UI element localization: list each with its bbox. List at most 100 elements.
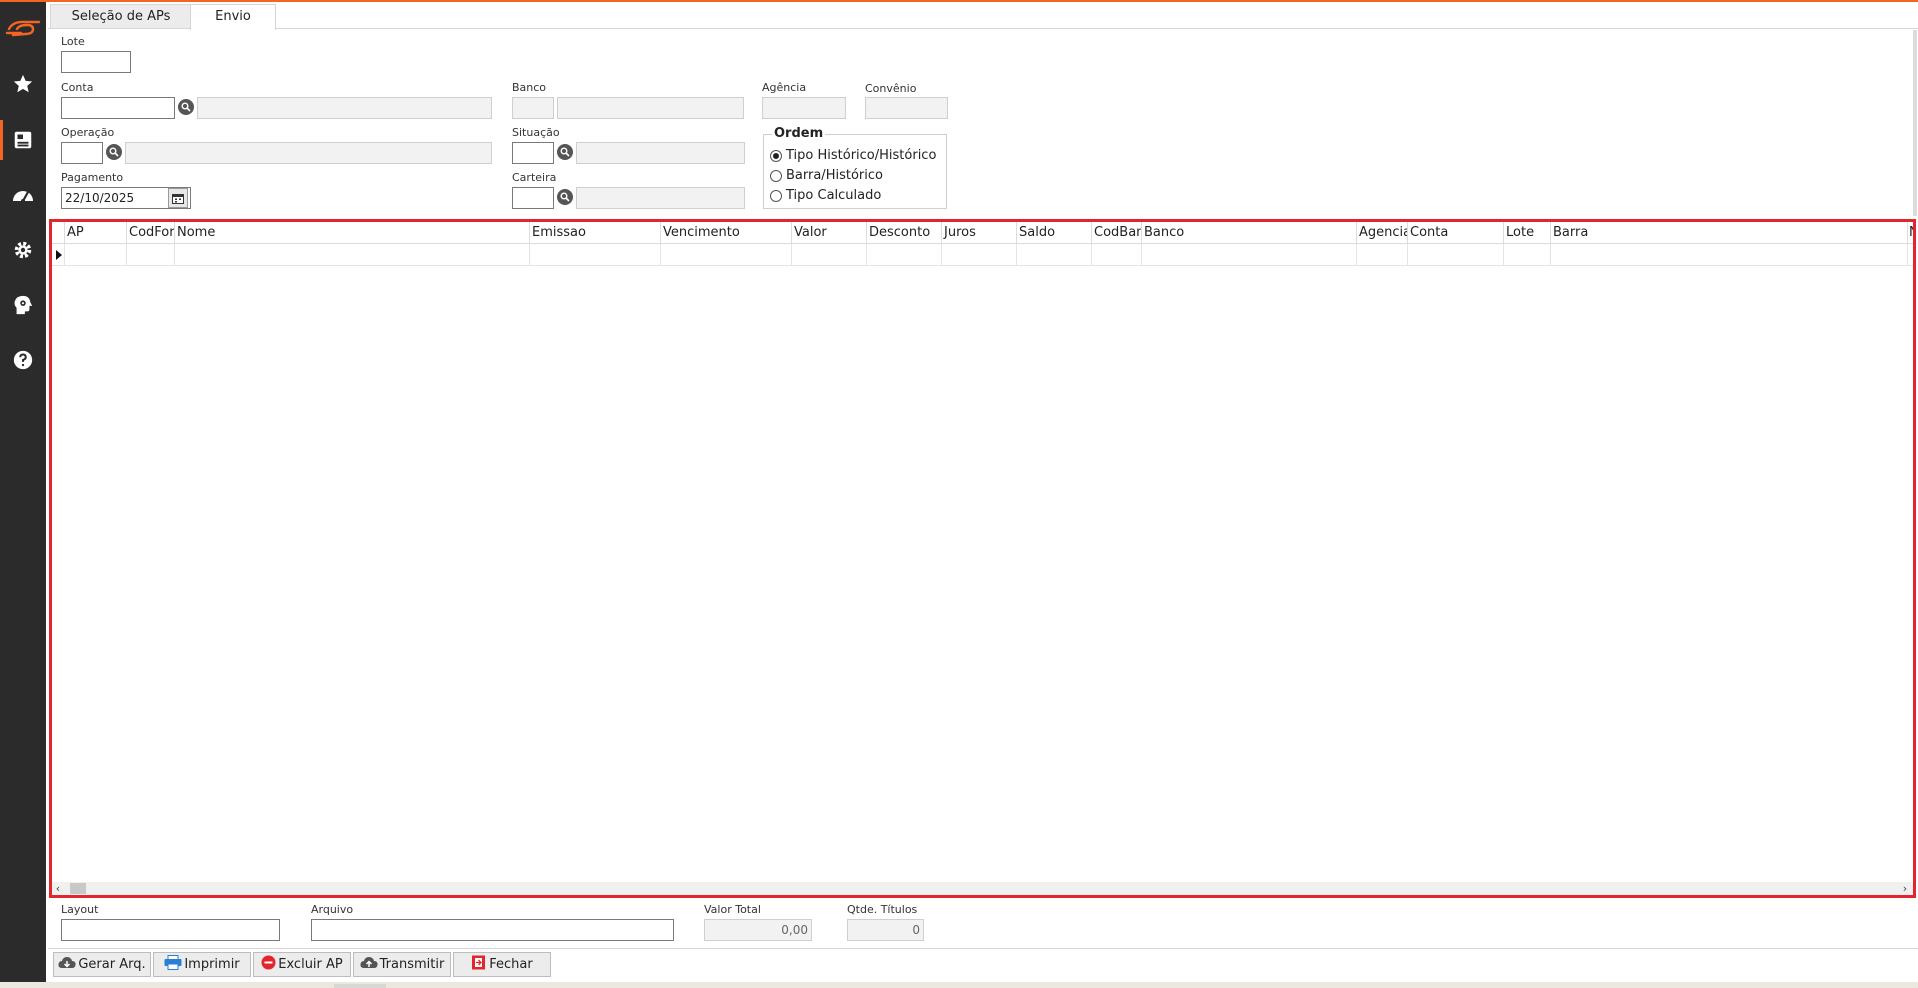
convenio-field — [865, 97, 948, 119]
radio-label: Tipo Histórico/Histórico — [786, 148, 937, 163]
table-cell[interactable] — [1016, 244, 1017, 265]
column-header[interactable]: Vencimento — [660, 222, 791, 243]
table-cell[interactable] — [1141, 244, 1142, 265]
imprimir-button[interactable]: Imprimir — [153, 952, 251, 977]
table-cell[interactable] — [174, 244, 175, 265]
table-cell[interactable] — [866, 244, 867, 265]
radio-button-checked[interactable] — [770, 149, 782, 162]
table-cell[interactable] — [1091, 244, 1092, 265]
tab-bar: Seleção de APs Envio — [48, 2, 1918, 30]
situacao-description — [576, 142, 745, 164]
table-cell[interactable] — [529, 244, 530, 265]
layout-input[interactable] — [61, 919, 280, 941]
column-header[interactable]: AP — [64, 222, 126, 243]
excluir-ap-button[interactable]: Excluir AP — [253, 952, 351, 977]
table-cell[interactable] — [64, 244, 65, 265]
banco-code — [512, 97, 554, 119]
fechar-label: Fechar — [489, 957, 533, 972]
agencia-label: Agência — [762, 81, 807, 94]
carteira-input[interactable] — [512, 187, 554, 209]
table-cell[interactable] — [1907, 244, 1908, 265]
transmitir-button[interactable]: Transmitir — [353, 952, 451, 977]
column-header[interactable]: Saldo — [1016, 222, 1091, 243]
operacao-search-icon[interactable] — [106, 144, 122, 160]
logo-icon[interactable] — [0, 8, 46, 48]
agencia-field — [762, 97, 846, 119]
conta-description — [197, 97, 492, 119]
column-header[interactable]: Lote — [1503, 222, 1550, 243]
row-indicator-icon — [56, 250, 62, 260]
column-header[interactable]: Barra — [1550, 222, 1907, 243]
column-header[interactable]: Desconto — [866, 222, 941, 243]
head-gear-icon[interactable] — [0, 285, 46, 325]
scroll-thumb[interactable] — [70, 883, 86, 894]
radio-button[interactable] — [770, 189, 782, 202]
table-cell[interactable] — [1407, 244, 1408, 265]
bottom-scroll-segment — [334, 984, 386, 988]
carteira-description — [576, 187, 745, 209]
column-header[interactable]: Banco — [1141, 222, 1356, 243]
radio-label: Barra/Histórico — [786, 168, 883, 183]
horizontal-scrollbar[interactable]: ‹ › — [52, 882, 1913, 895]
operacao-description — [125, 142, 492, 164]
table-cell[interactable] — [1503, 244, 1504, 265]
tab-selecao-aps[interactable]: Seleção de APs — [50, 4, 192, 28]
form-scrollbar[interactable] — [1913, 30, 1917, 216]
table-cell[interactable] — [660, 244, 661, 265]
cloud-upload-icon — [360, 956, 378, 974]
star-icon[interactable] — [0, 64, 46, 104]
radio-tipo-historico[interactable]: Tipo Histórico/Histórico — [770, 148, 936, 163]
situacao-label: Situação — [512, 126, 560, 139]
column-header[interactable]: Conta — [1407, 222, 1503, 243]
column-header[interactable]: Agencia — [1356, 222, 1407, 243]
conta-input[interactable] — [61, 97, 175, 119]
help-icon[interactable] — [0, 340, 46, 380]
table-row[interactable] — [52, 244, 1913, 266]
operacao-input[interactable] — [61, 142, 103, 164]
column-header[interactable]: CodFor — [126, 222, 174, 243]
conta-label: Conta — [61, 81, 94, 94]
valor-total-label: Valor Total — [704, 903, 761, 916]
gerar-arquivo-button[interactable]: Gerar Arq. — [53, 952, 151, 977]
printer-icon — [164, 955, 182, 974]
carteira-search-icon[interactable] — [557, 189, 573, 205]
column-header[interactable]: Emissao — [529, 222, 660, 243]
gear-icon[interactable] — [0, 230, 46, 270]
lote-input[interactable] — [61, 51, 131, 73]
radio-barra-historico[interactable]: Barra/Histórico — [770, 168, 883, 183]
conta-search-icon[interactable] — [178, 99, 194, 115]
scroll-right-icon[interactable]: › — [1899, 882, 1911, 895]
column-header[interactable]: Nome — [174, 222, 529, 243]
scroll-left-icon[interactable]: ‹ — [52, 882, 64, 895]
table-cell[interactable] — [791, 244, 792, 265]
column-header[interactable]: Juros — [941, 222, 1016, 243]
table-cell[interactable] — [1356, 244, 1357, 265]
column-header[interactable]: N — [1907, 222, 1913, 243]
table-cell[interactable] — [126, 244, 127, 265]
imprimir-label: Imprimir — [184, 957, 240, 972]
table-cell[interactable] — [1550, 244, 1551, 265]
dashboard-icon[interactable] — [0, 174, 46, 214]
gerar-arquivo-label: Gerar Arq. — [78, 957, 146, 972]
fechar-button[interactable]: Fechar — [453, 952, 551, 977]
cloud-download-icon — [58, 956, 76, 974]
radio-button[interactable] — [770, 169, 782, 182]
arquivo-label: Arquivo — [311, 903, 354, 916]
ordem-title: Ordem — [772, 126, 826, 141]
radio-tipo-calculado[interactable]: Tipo Calculado — [770, 188, 881, 203]
column-header[interactable]: Valor — [791, 222, 866, 243]
banco-description — [557, 97, 744, 119]
calendar-icon[interactable] — [168, 188, 188, 208]
arquivo-input[interactable] — [311, 919, 674, 941]
data-grid[interactable]: AP CodFor Nome Emissao Vencimento Valor … — [49, 219, 1916, 898]
remove-circle-icon — [261, 955, 276, 974]
toolbar-divider — [48, 948, 1918, 949]
qtde-titulos-label: Qtde. Títulos — [847, 903, 918, 916]
ordem-group: Ordem Tipo Histórico/Histórico Barra/His… — [763, 126, 947, 209]
tab-envio[interactable]: Envio — [190, 4, 276, 30]
situacao-input[interactable] — [512, 142, 554, 164]
column-header[interactable]: CodBan — [1091, 222, 1141, 243]
table-cell[interactable] — [941, 244, 942, 265]
register-icon[interactable] — [0, 120, 46, 160]
situacao-search-icon[interactable] — [557, 144, 573, 160]
